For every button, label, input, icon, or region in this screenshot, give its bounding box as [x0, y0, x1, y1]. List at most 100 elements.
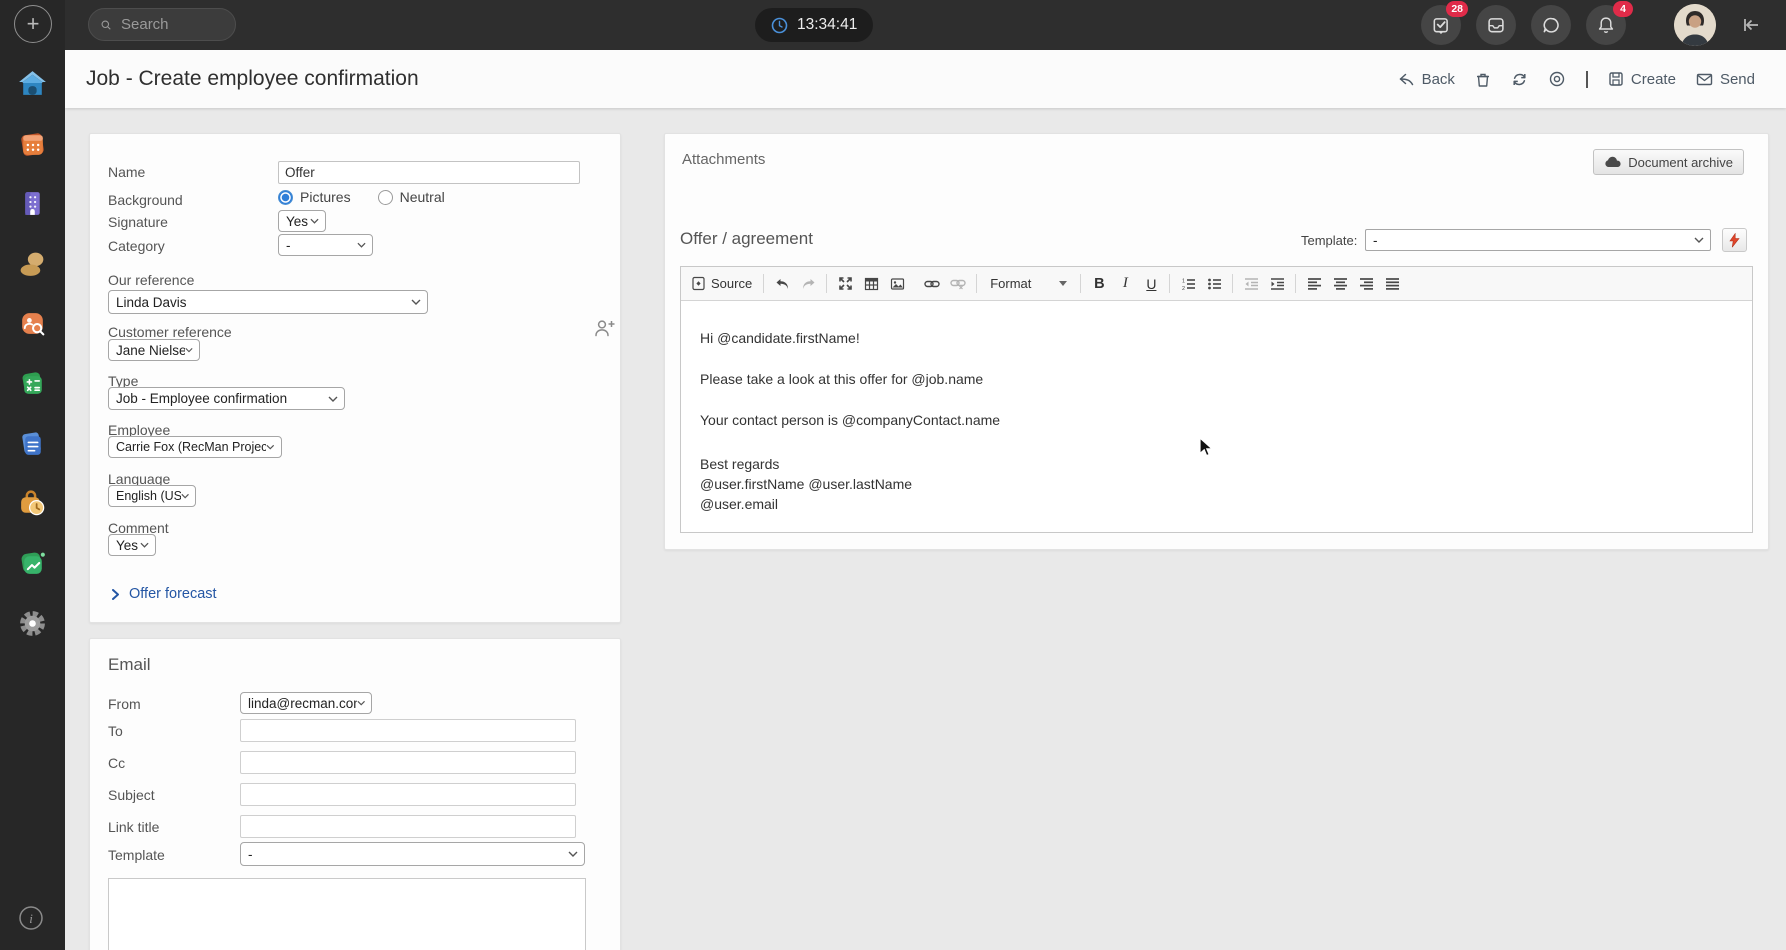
- tasks-icon: [1431, 15, 1451, 35]
- format-dropdown[interactable]: Format: [982, 276, 1075, 291]
- caret-down-icon: [1059, 281, 1067, 286]
- chevron-down-icon: [185, 347, 193, 353]
- envelope-icon: [1696, 72, 1713, 87]
- topbar-actions: 28 4: [1421, 0, 1786, 50]
- offer-forecast-link[interactable]: Offer forecast: [112, 586, 217, 602]
- image-button[interactable]: [885, 272, 909, 296]
- preview-button[interactable]: [1548, 70, 1566, 88]
- calculator-icon[interactable]: [17, 368, 48, 399]
- offer-forecast-label: Offer forecast: [129, 586, 217, 602]
- quick-template-button[interactable]: [1722, 228, 1747, 252]
- user-avatar[interactable]: [1674, 4, 1716, 46]
- add-contact-icon[interactable]: [594, 318, 616, 338]
- toolbar-divider: [1080, 274, 1081, 293]
- app-sidebar: + i: [0, 0, 65, 950]
- to-input[interactable]: [240, 719, 576, 742]
- statistics-icon[interactable]: [17, 548, 48, 579]
- clock-widget[interactable]: 13:34:41: [755, 8, 873, 42]
- link-title-input[interactable]: [240, 815, 576, 838]
- from-select[interactable]: linda@recman.com: [240, 692, 372, 714]
- editor-toolbar: Source Format B I U: [681, 267, 1752, 301]
- delete-button[interactable]: [1475, 71, 1491, 88]
- table-button[interactable]: [859, 272, 883, 296]
- chevron-down-icon: [357, 700, 365, 706]
- customer-reference-select[interactable]: Jane Nielsen: [108, 339, 200, 361]
- source-button[interactable]: Source: [686, 272, 757, 296]
- chevron-down-icon: [568, 851, 578, 857]
- comment-select[interactable]: Yes: [108, 534, 156, 556]
- link-button[interactable]: [920, 272, 944, 296]
- chevron-down-icon: [181, 493, 189, 499]
- editor-paragraph: Hi @candidate.firstName!: [700, 331, 1732, 346]
- redo-icon: [801, 277, 816, 291]
- radio-neutral[interactable]: [378, 190, 393, 205]
- align-left-button[interactable]: [1302, 272, 1326, 296]
- sidebar-nav: [0, 68, 65, 639]
- home-icon[interactable]: [17, 68, 48, 99]
- calendar-icon[interactable]: [17, 128, 48, 159]
- send-button[interactable]: Send: [1696, 71, 1755, 88]
- justify-button[interactable]: [1380, 272, 1404, 296]
- unlink-button[interactable]: [946, 272, 970, 296]
- employee-select[interactable]: Carrie Fox (RecMan Project): [108, 436, 282, 458]
- italic-button[interactable]: I: [1113, 272, 1137, 296]
- radio-pictures[interactable]: [278, 190, 293, 205]
- align-center-button[interactable]: [1328, 272, 1352, 296]
- collapse-left-icon: [1738, 12, 1764, 38]
- undo-button[interactable]: [770, 272, 794, 296]
- document-archive-button[interactable]: Document archive: [1593, 149, 1744, 175]
- header-divider: [1586, 71, 1588, 88]
- bell-icon: [1596, 15, 1616, 35]
- notifications-button[interactable]: 4: [1586, 5, 1626, 45]
- underline-button[interactable]: U: [1139, 272, 1163, 296]
- inbox-button[interactable]: [1476, 5, 1516, 45]
- info-button[interactable]: i: [16, 903, 46, 933]
- format-label: Format: [990, 276, 1031, 291]
- language-select[interactable]: English (US): [108, 485, 196, 507]
- subject-input[interactable]: [240, 783, 576, 806]
- editor-content[interactable]: Hi @candidate.firstName! Please take a l…: [681, 301, 1752, 514]
- collapse-sidebar-button[interactable]: [1738, 12, 1764, 38]
- chevron-down-icon: [357, 242, 366, 248]
- lightning-bolt-icon: [1729, 233, 1740, 248]
- people-icon[interactable]: [17, 248, 48, 279]
- image-icon: [890, 277, 905, 291]
- our-reference-select[interactable]: Linda Davis: [108, 290, 428, 314]
- category-select[interactable]: -: [278, 234, 373, 256]
- maximize-button[interactable]: [833, 272, 857, 296]
- documents-icon[interactable]: [17, 428, 48, 459]
- attachments-panel: Attachments Document archive Offer / agr…: [664, 133, 1769, 550]
- tasks-button[interactable]: 28: [1421, 5, 1461, 45]
- bullet-list-button[interactable]: [1202, 272, 1226, 296]
- name-input[interactable]: [278, 161, 580, 184]
- search-icon: [101, 18, 111, 32]
- time-tracking-icon[interactable]: [17, 488, 48, 519]
- global-search[interactable]: [88, 8, 236, 41]
- numbered-list-button[interactable]: 12: [1176, 272, 1200, 296]
- refresh-button[interactable]: [1511, 71, 1528, 88]
- decrease-indent-button[interactable]: [1239, 272, 1263, 296]
- bold-button[interactable]: B: [1087, 272, 1111, 296]
- chat-button[interactable]: [1531, 5, 1571, 45]
- email-template-label: Template: [108, 847, 165, 863]
- editor-signature-line: @user.firstName @user.lastName: [700, 474, 1732, 494]
- search-input[interactable]: [119, 15, 223, 34]
- company-building-icon[interactable]: [17, 188, 48, 219]
- back-button[interactable]: Back: [1398, 71, 1455, 88]
- signature-select[interactable]: Yes: [278, 210, 326, 232]
- offer-template-select[interactable]: -: [1365, 229, 1711, 251]
- svg-text:i: i: [29, 911, 33, 926]
- settings-gear-icon[interactable]: [17, 608, 48, 639]
- candidate-search-icon[interactable]: [17, 308, 48, 339]
- align-right-button[interactable]: [1354, 272, 1378, 296]
- email-body-textarea[interactable]: [108, 878, 586, 950]
- redo-button[interactable]: [796, 272, 820, 296]
- quick-add-button[interactable]: +: [14, 5, 52, 43]
- increase-indent-button[interactable]: [1265, 272, 1289, 296]
- create-button[interactable]: Create: [1608, 71, 1676, 88]
- type-select[interactable]: Job - Employee confirmation: [108, 387, 345, 410]
- justify-icon: [1385, 277, 1400, 291]
- email-template-select[interactable]: -: [240, 842, 585, 866]
- offer-template-label: Template:: [1301, 233, 1357, 248]
- cc-input[interactable]: [240, 751, 576, 774]
